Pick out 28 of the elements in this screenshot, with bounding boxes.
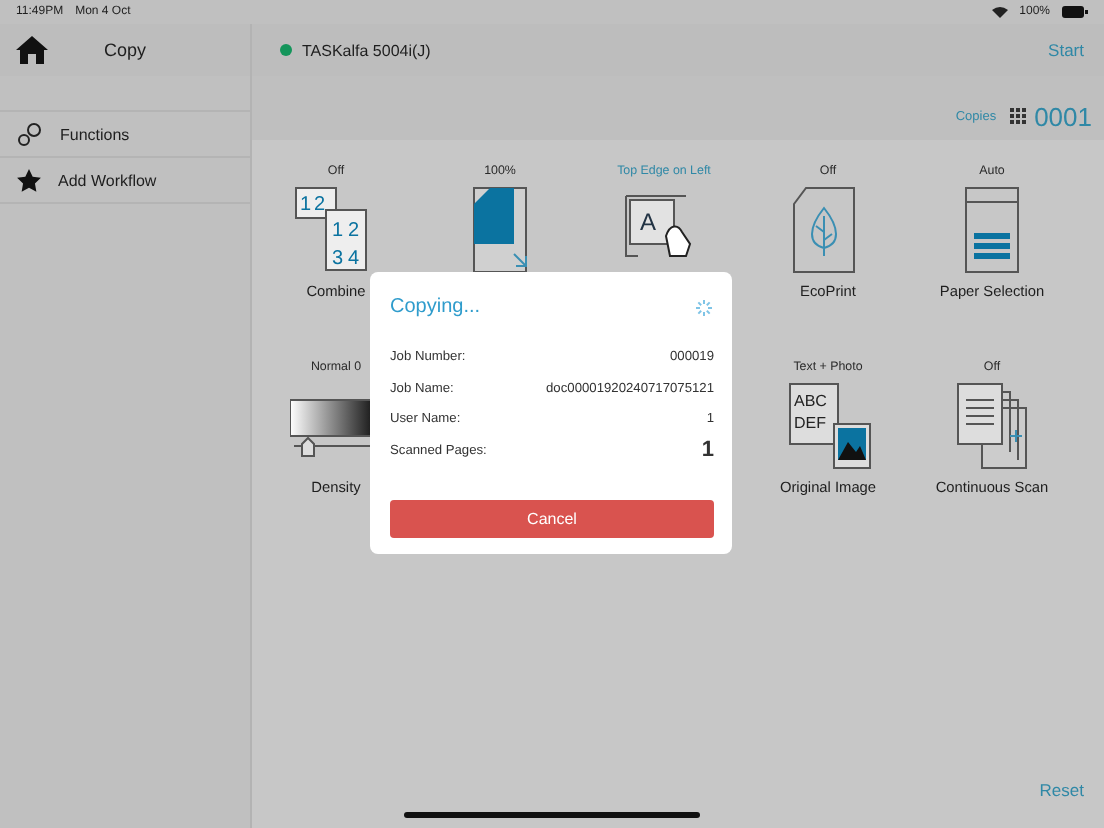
icon-glyph: 2 (314, 194, 326, 216)
battery-icon (1062, 6, 1088, 18)
page-title: Copy (101, 40, 148, 60)
icon-glyph: A (640, 208, 657, 236)
gears-icon (16, 120, 44, 148)
icon-glyph: 3 (332, 248, 344, 270)
icon-glyph: 2 (348, 220, 360, 242)
star-icon (16, 167, 42, 193)
field-value: 1 (701, 438, 714, 463)
home-icon[interactable] (16, 36, 48, 64)
spinner-icon (694, 297, 714, 317)
cancel-button[interactable]: Cancel (390, 500, 714, 538)
icon-glyph: 4 (348, 248, 360, 270)
text-photo-drawing (789, 383, 871, 469)
wifi-icon (991, 6, 1008, 18)
icon-glyph: 1 (332, 220, 344, 242)
sidebar-label: Functions (60, 125, 130, 143)
dialog-title: Copying... (390, 296, 481, 318)
icon-glyph: DEF (794, 414, 826, 432)
keypad-icon[interactable] (1010, 108, 1027, 124)
icon-glyph: ABC (794, 392, 827, 410)
page-hand-drawing (625, 195, 691, 257)
sidebar-item[interactable]: Functions (0, 110, 250, 156)
page-grid-icon (295, 187, 367, 271)
sidebar-label: Add Workflow (58, 171, 157, 189)
device-name[interactable]: TASKalfa 5004i(J) (302, 41, 1039, 59)
sidebar-item[interactable]: Add Workflow (0, 156, 250, 204)
icon-glyph: 1 (300, 194, 312, 216)
